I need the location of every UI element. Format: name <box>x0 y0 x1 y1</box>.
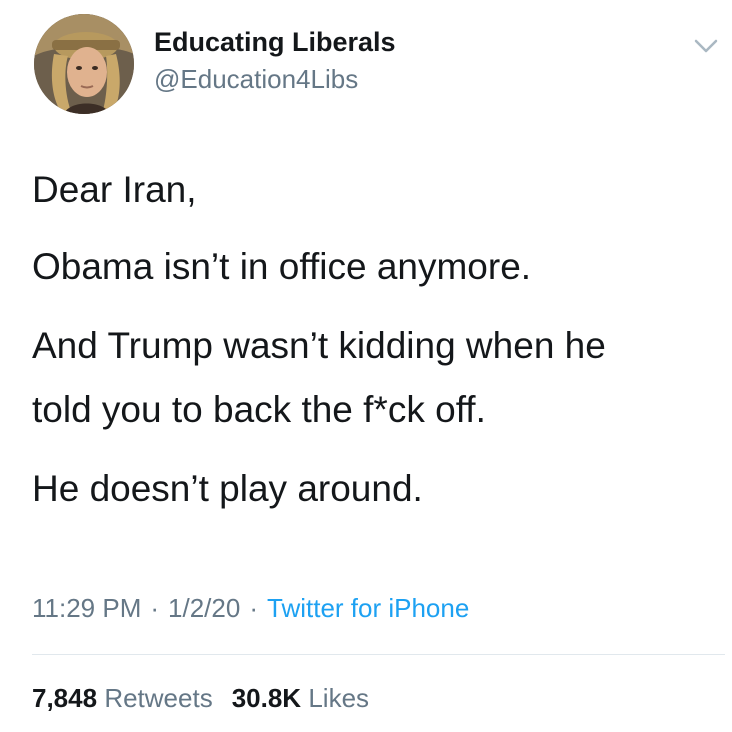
chevron-down-icon[interactable] <box>690 32 722 58</box>
tweet-text-line: He doesn’t play around. <box>32 468 423 509</box>
tweet-text-line: And Trump wasn’t kidding when he <box>32 325 606 366</box>
tweet-time[interactable]: 11:29 PM <box>32 593 141 623</box>
tweet-source-link[interactable]: Twitter for iPhone <box>267 593 469 623</box>
meta-separator: · <box>150 593 160 623</box>
divider <box>32 654 725 655</box>
retweets-count: 7,848 <box>32 683 98 713</box>
tweet-text-line: Obama isn’t in office anymore. <box>32 246 532 287</box>
tweet-text-line: Dear Iran, <box>32 169 197 210</box>
author-display-name[interactable]: Educating Liberals <box>154 27 396 58</box>
avatar[interactable] <box>34 14 134 114</box>
tweet-text-line: told you to back the f*ck off. <box>32 389 486 430</box>
author-handle[interactable]: @Education4Libs <box>154 64 358 95</box>
tweet-stats: 7,848 Retweets 30.8K Likes <box>32 683 369 714</box>
likes-stat[interactable]: 30.8K Likes <box>232 683 369 713</box>
tweet-meta: 11:29 PM · 1/2/20 · Twitter for iPhone <box>32 593 469 624</box>
retweets-label: Retweets <box>104 683 213 713</box>
retweets-stat[interactable]: 7,848 Retweets <box>32 683 213 713</box>
avatar-image <box>34 14 134 114</box>
likes-count: 30.8K <box>231 683 302 713</box>
tweet-card: Educating Liberals @Education4Libs Dear … <box>0 0 732 732</box>
meta-separator: · <box>249 593 258 623</box>
tweet-date[interactable]: 1/2/20 <box>168 593 240 623</box>
likes-label: Likes <box>308 683 370 713</box>
